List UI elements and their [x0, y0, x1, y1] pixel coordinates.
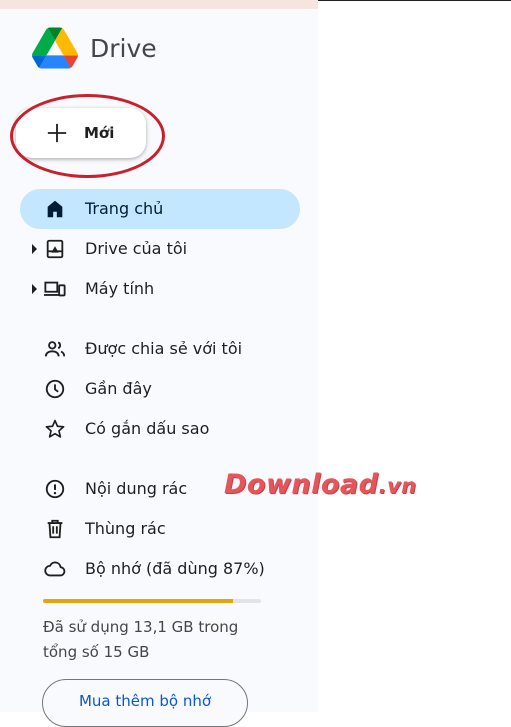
nav-item-computers[interactable]: Máy tính [20, 269, 300, 309]
nav-item-my-drive[interactable]: Drive của tôi [20, 229, 300, 269]
watermark-tld: .vn [378, 474, 417, 498]
watermark-logo: Download.vn [224, 469, 417, 500]
people-icon [44, 341, 66, 357]
expand-caret-icon[interactable] [32, 284, 37, 294]
star-icon [45, 419, 65, 438]
buy-storage-label: Mua thêm bộ nhớ [78, 692, 212, 710]
brand-name: Drive [90, 33, 157, 63]
nav-item-label: Được chia sẻ với tôi [85, 339, 243, 358]
nav-item-label: Máy tính [85, 279, 155, 298]
top-border-line [318, 0, 511, 1]
top-strip [0, 0, 318, 9]
watermark-main: Download [224, 469, 379, 500]
nav-item-trash[interactable]: Thùng rác [20, 509, 300, 549]
storage-progress-fill [43, 599, 233, 603]
cloud-icon [44, 561, 66, 577]
nav-item-recent[interactable]: Gần đây [20, 369, 300, 409]
home-icon [47, 200, 63, 218]
trash-icon [47, 519, 63, 539]
new-button-label: Mới [84, 124, 115, 142]
storage-usage-text: Đã sử dụng 13,1 GB trong tổng số 15 GB [43, 615, 263, 665]
storage-progress-bar [43, 599, 261, 603]
nav-item-starred[interactable]: Có gắn dấu sao [20, 409, 300, 449]
brand[interactable]: Drive [32, 26, 157, 70]
expand-caret-icon[interactable] [32, 244, 37, 254]
computer-icon [44, 281, 66, 297]
buy-storage-button[interactable]: Mua thêm bộ nhớ [42, 679, 248, 727]
nav-item-label: Drive của tôi [85, 239, 188, 258]
clock-icon [45, 379, 65, 399]
plus-icon [47, 123, 67, 143]
nav-item-label: Trang chủ [85, 199, 164, 218]
nav-item-label: Nội dung rác [85, 479, 188, 498]
storage-usage-line: tổng số 15 GB [43, 643, 150, 661]
google-drive-logo-icon [32, 27, 78, 69]
nav-item-home[interactable]: Trang chủ [20, 189, 300, 229]
nav-item-shared[interactable]: Được chia sẻ với tôi [20, 329, 300, 369]
nav-item-storage[interactable]: Bộ nhớ (đã dùng 87%) [20, 549, 300, 589]
my-drive-icon [46, 239, 64, 259]
new-button[interactable]: Mới [16, 108, 146, 158]
nav-item-label: Thùng rác [85, 519, 166, 538]
nav-item-label: Bộ nhớ (đã dùng 87%) [85, 559, 265, 578]
nav-item-label: Có gắn dấu sao [85, 419, 210, 438]
nav-item-label: Gần đây [85, 379, 152, 398]
report-icon [45, 479, 65, 499]
storage-usage-line: Đã sử dụng 13,1 GB trong [43, 618, 239, 636]
